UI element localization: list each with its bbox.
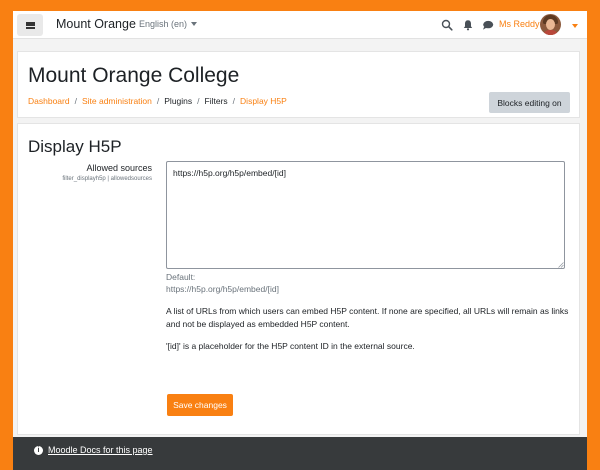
setting-label: Allowed sources (86, 163, 152, 173)
setting-internal-name: filter_displayh5p | allowedsources (62, 176, 152, 182)
setting-description-placeholder-note: '[id]' is a placeholder for the H5P cont… (166, 341, 415, 351)
setting-description: A list of URLs from which users can embe… (166, 306, 569, 329)
default-label: Default: (166, 272, 196, 282)
avatar[interactable] (540, 14, 561, 35)
breadcrumb-dashboard[interactable]: Dashboard (28, 96, 70, 106)
page-header: Mount Orange College Dashboard / Site ad… (17, 51, 580, 118)
breadcrumb: Dashboard / Site administration / Plugin… (28, 96, 287, 106)
default-value: https://h5p.org/h5p/embed/[id] (166, 284, 279, 294)
breadcrumb-separator: / (156, 96, 160, 106)
user-menu-caret-icon[interactable] (572, 24, 578, 28)
navbar: Mount Orange English (en) Ms Reddy (13, 11, 587, 39)
search-icon[interactable] (441, 19, 453, 31)
allowed-sources-textarea[interactable]: https://h5p.org/h5p/embed/[id] (166, 161, 565, 269)
moodle-window: Mount Orange English (en) Ms Reddy Mount… (13, 11, 587, 470)
chat-icon[interactable] (482, 19, 494, 31)
language-menu[interactable]: English (en) (139, 19, 198, 29)
site-name-link[interactable]: Mount Orange (56, 17, 136, 31)
save-changes-button[interactable]: Save changes (167, 394, 233, 416)
page-title: Mount Orange College (28, 64, 240, 87)
caret-down-icon (191, 22, 198, 26)
breadcrumb-separator: / (197, 96, 200, 106)
breadcrumb-display-h5p[interactable]: Display H5P (240, 96, 287, 106)
menu-icon (25, 21, 35, 29)
page-footer: i Moodle Docs for this page (13, 437, 587, 470)
resize-handle-icon[interactable] (558, 262, 564, 268)
breadcrumb-separator: / (74, 96, 77, 106)
breadcrumb-separator: / (232, 96, 236, 106)
settings-form: Display H5P Allowed sources filter_displ… (17, 123, 580, 435)
moodle-docs-label: Moodle Docs for this page (48, 445, 153, 455)
breadcrumb-site-administration[interactable]: Site administration (82, 96, 152, 106)
moodle-docs-link[interactable]: i Moodle Docs for this page (34, 445, 153, 455)
info-icon: i (34, 445, 43, 455)
drawer-toggle-button[interactable] (17, 14, 43, 36)
bell-icon[interactable] (462, 19, 474, 31)
breadcrumb-filters: Filters (204, 96, 228, 106)
user-name[interactable]: Ms Reddy (499, 19, 540, 29)
blocks-editing-button[interactable]: Blocks editing on (489, 92, 570, 113)
language-label: English (en) (139, 19, 188, 29)
breadcrumb-plugins: Plugins (164, 96, 193, 106)
section-title: Display H5P (28, 137, 122, 156)
